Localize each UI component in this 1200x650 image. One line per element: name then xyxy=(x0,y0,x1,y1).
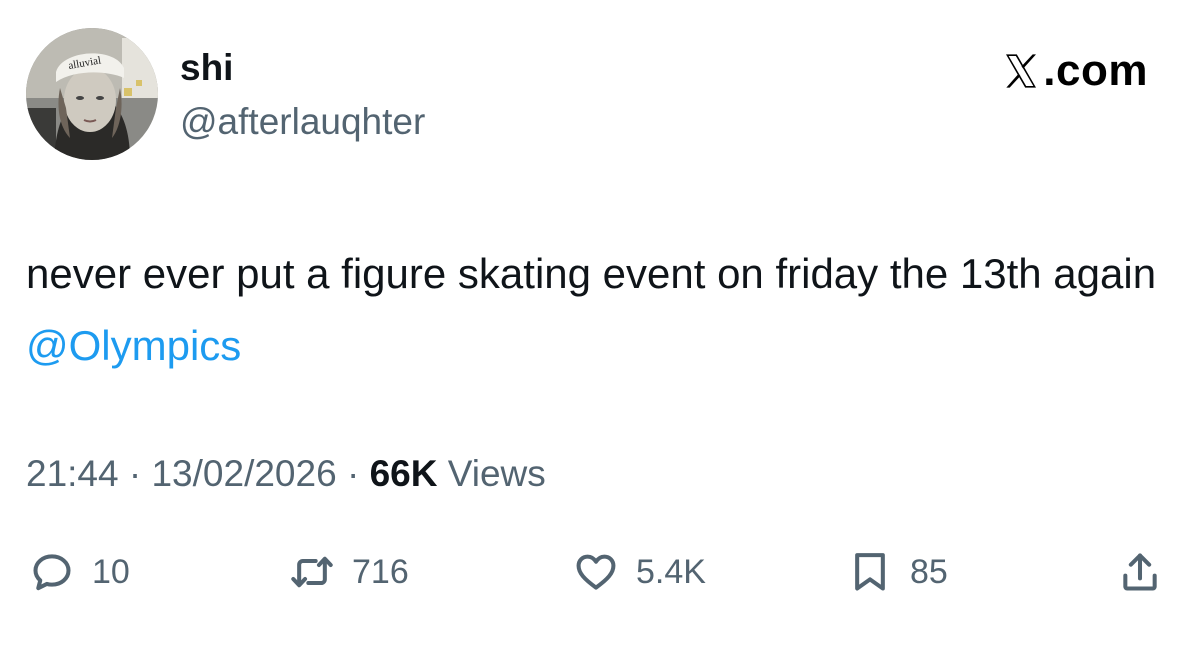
mention-link[interactable]: @Olympics xyxy=(26,322,241,369)
reply-count: 10 xyxy=(92,553,130,591)
share-button[interactable] xyxy=(1118,548,1162,596)
bookmark-count: 85 xyxy=(910,553,948,591)
bookmark-icon xyxy=(855,553,885,591)
brand-text: .com xyxy=(1043,46,1148,95)
tweet-date[interactable]: 13/02/2026 xyxy=(151,453,336,494)
tweet-meta: 21:44 · 13/02/2026 · 66K Views xyxy=(26,452,546,496)
x-logo-icon xyxy=(1006,54,1037,88)
meta-separator: · xyxy=(346,453,360,494)
bookmark-button[interactable]: 85 xyxy=(848,548,948,596)
retweet-icon xyxy=(291,556,333,588)
like-button[interactable]: 5.4K xyxy=(574,548,706,596)
meta-separator: · xyxy=(128,453,142,494)
site-brand: .com xyxy=(1001,46,1148,96)
tweet-time[interactable]: 21:44 xyxy=(26,453,119,494)
reply-button[interactable]: 10 xyxy=(30,548,130,596)
author-display-name[interactable]: shi xyxy=(180,46,233,90)
like-count: 5.4K xyxy=(636,553,706,591)
heart-icon xyxy=(576,554,616,590)
share-icon xyxy=(1123,553,1157,591)
avatar[interactable]: alluvial xyxy=(26,28,158,160)
author-handle[interactable]: @afterlauqhter xyxy=(180,100,425,144)
retweet-count: 716 xyxy=(352,553,409,591)
tweet-text: never ever put a figure skating event on… xyxy=(26,238,1176,382)
tweet-body: never ever put a figure skating event on… xyxy=(26,250,1157,297)
views-count: 66K xyxy=(369,453,438,494)
reply-icon xyxy=(33,554,71,591)
avatar-image: alluvial xyxy=(26,28,158,160)
retweet-button[interactable]: 716 xyxy=(290,548,409,596)
views-label: Views xyxy=(447,453,546,494)
